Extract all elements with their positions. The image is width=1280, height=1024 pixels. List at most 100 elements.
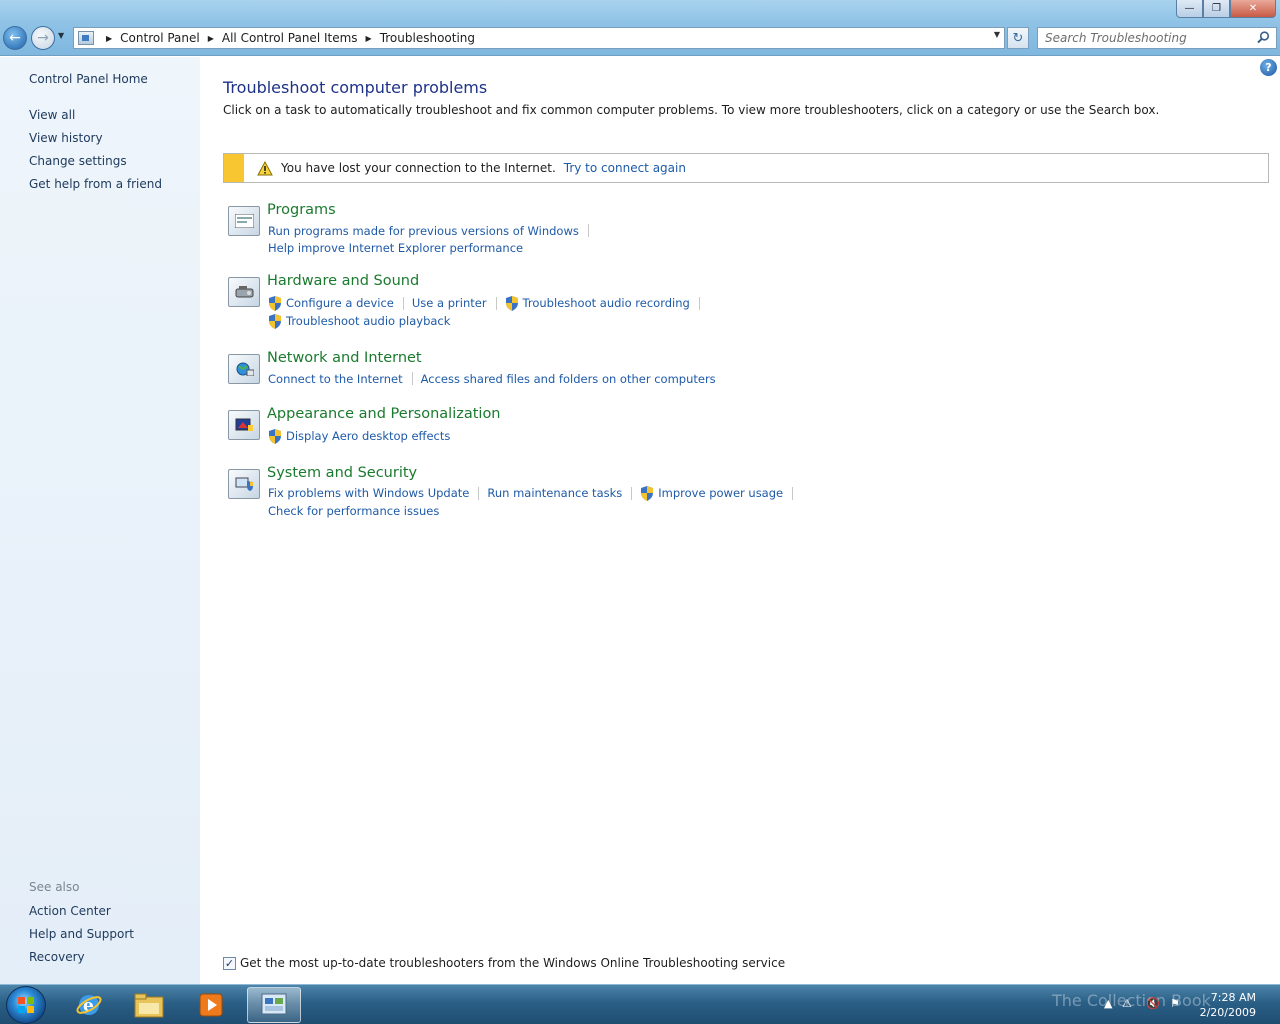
chevron-right-icon[interactable]: ▶	[366, 34, 372, 43]
forward-arrow-icon: →	[37, 30, 49, 46]
media-player-icon	[199, 993, 223, 1017]
help-icon[interactable]: ?	[1260, 59, 1277, 76]
configure-device-label: Configure a device	[286, 296, 394, 310]
audio-playback-link[interactable]: Troubleshoot audio playback	[268, 313, 451, 329]
recent-pages-dropdown[interactable]: ▼	[58, 31, 64, 40]
network-icon[interactable]	[228, 354, 260, 384]
sidebar-item-view-all[interactable]: View all	[29, 108, 75, 122]
taskbar-windows-explorer[interactable]	[122, 987, 176, 1023]
programs-icon[interactable]	[228, 206, 260, 236]
audio-recording-link[interactable]: Troubleshoot audio recording	[505, 295, 690, 311]
shield-icon	[269, 295, 281, 311]
use-printer-link[interactable]: Use a printer	[412, 296, 487, 310]
connection-warning-bar: You have lost your connection to the Int…	[223, 153, 1269, 183]
volume-muted-icon[interactable]: 🔇	[1146, 997, 1160, 1010]
taskbar-media-player[interactable]	[184, 987, 238, 1023]
online-troubleshooters-option: ✓ Get the most up-to-date troubleshooter…	[223, 956, 785, 970]
ie-performance-link[interactable]: Help improve Internet Explorer performan…	[268, 241, 523, 255]
network-internet-links: Connect to the Internet Access shared fi…	[268, 370, 1168, 387]
shield-icon	[269, 428, 281, 444]
sidebar-item-get-help[interactable]: Get help from a friend	[29, 177, 162, 191]
breadcrumb-control-panel[interactable]: Control Panel	[120, 31, 200, 45]
online-troubleshooters-checkbox[interactable]: ✓	[223, 956, 236, 970]
main-content: ? Troubleshoot computer problems Click o…	[200, 57, 1280, 984]
run-old-programs-link[interactable]: Run programs made for previous versions …	[268, 224, 579, 238]
shared-files-link[interactable]: Access shared files and folders on other…	[421, 372, 716, 386]
sidebar-item-action-center[interactable]: Action Center	[29, 904, 111, 918]
control-panel-icon	[261, 993, 287, 1015]
back-button[interactable]: ←	[3, 26, 27, 50]
search-box[interactable]	[1037, 27, 1277, 49]
taskbar-internet-explorer[interactable]: e	[62, 987, 116, 1023]
audio-playback-label: Troubleshoot audio playback	[286, 314, 451, 328]
breadcrumb-all-items[interactable]: All Control Panel Items	[222, 31, 358, 45]
refresh-button[interactable]: ↻	[1007, 27, 1029, 49]
sidebar-item-control-panel-home[interactable]: Control Panel Home	[29, 72, 148, 86]
action-center-flag-icon[interactable]: ⚑	[1170, 997, 1180, 1010]
chevron-right-icon[interactable]: ▶	[106, 34, 112, 43]
windows-update-link[interactable]: Fix problems with Windows Update	[268, 486, 469, 500]
back-arrow-icon: ←	[9, 30, 21, 46]
folder-icon	[134, 993, 164, 1018]
system-security-title-link[interactable]: System and Security	[267, 465, 417, 481]
hardware-sound-links: Configure a device Use a printer Trouble…	[268, 294, 1168, 330]
aero-effects-link[interactable]: Display Aero desktop effects	[268, 428, 451, 444]
system-security-icon[interactable]	[228, 469, 260, 499]
configure-device-link[interactable]: Configure a device	[268, 295, 394, 311]
warning-stripe	[224, 154, 244, 182]
programs-links: Run programs made for previous versions …	[268, 222, 1168, 256]
maximize-button[interactable]: ❐	[1203, 0, 1230, 18]
sidebar-item-view-history[interactable]: View history	[29, 131, 103, 145]
performance-issues-link[interactable]: Check for performance issues	[268, 504, 439, 518]
audio-recording-label: Troubleshoot audio recording	[522, 296, 690, 310]
hardware-sound-title-link[interactable]: Hardware and Sound	[267, 273, 419, 289]
hardware-sound-icon[interactable]	[228, 277, 260, 307]
network-internet-title-link[interactable]: Network and Internet	[267, 350, 422, 366]
clock-date: 2/20/2009	[1199, 1006, 1256, 1019]
link-divider	[495, 296, 497, 310]
connect-internet-link[interactable]: Connect to the Internet	[268, 372, 403, 386]
search-input[interactable]	[1038, 28, 1248, 48]
sidebar: Control Panel Home View all View history…	[0, 57, 200, 984]
taskbar: e The Collection Book ▲ ⚠ 🔇 ⚑ 7:28 AM 2/…	[0, 984, 1280, 1024]
window-controls: — ❐ ✕	[1176, 0, 1276, 18]
address-bar[interactable]: ▶ Control Panel ▶ All Control Panel Item…	[73, 27, 1005, 49]
power-usage-link[interactable]: Improve power usage	[640, 485, 784, 501]
warning-icon	[257, 160, 273, 175]
breadcrumb-troubleshooting[interactable]: Troubleshooting	[380, 31, 475, 45]
start-button[interactable]	[6, 986, 46, 1024]
system-security-links: Fix problems with Windows Update Run mai…	[268, 484, 1168, 519]
clock-time: 7:28 AM	[1210, 991, 1256, 1004]
appearance-title-link[interactable]: Appearance and Personalization	[267, 406, 501, 422]
search-icon[interactable]	[1257, 31, 1270, 44]
programs-title-link[interactable]: Programs	[267, 202, 336, 218]
close-button[interactable]: ✕	[1230, 0, 1276, 18]
address-dropdown-icon[interactable]: ▼	[994, 30, 1000, 39]
shield-icon	[641, 485, 654, 501]
forward-button[interactable]: →	[31, 26, 55, 50]
appearance-links: Display Aero desktop effects	[268, 427, 1168, 445]
show-hidden-icons-icon[interactable]: ▲	[1104, 997, 1112, 1010]
link-divider	[698, 296, 700, 310]
link-divider	[478, 486, 480, 500]
clock[interactable]: 7:28 AM 2/20/2009	[1200, 990, 1256, 1020]
page-description: Click on a task to automatically trouble…	[223, 103, 1160, 117]
sidebar-item-change-settings[interactable]: Change settings	[29, 154, 127, 168]
aero-effects-label: Display Aero desktop effects	[286, 429, 451, 443]
windows-logo-icon	[18, 997, 34, 1013]
taskbar-control-panel[interactable]	[247, 987, 301, 1023]
link-divider	[587, 224, 589, 237]
sidebar-item-help-support[interactable]: Help and Support	[29, 927, 134, 941]
link-divider	[792, 486, 794, 500]
appearance-icon[interactable]	[228, 410, 260, 440]
sidebar-item-recovery[interactable]: Recovery	[29, 950, 85, 964]
power-usage-label: Improve power usage	[658, 486, 784, 500]
network-warning-icon[interactable]: ⚠	[1122, 997, 1132, 1010]
maintenance-tasks-link[interactable]: Run maintenance tasks	[487, 486, 622, 500]
control-panel-icon	[78, 31, 94, 45]
refresh-icon: ↻	[1012, 30, 1024, 46]
link-divider	[631, 486, 633, 500]
try-connect-link[interactable]: Try to connect again	[564, 161, 686, 175]
minimize-button[interactable]: —	[1176, 0, 1203, 18]
chevron-right-icon[interactable]: ▶	[208, 34, 214, 43]
